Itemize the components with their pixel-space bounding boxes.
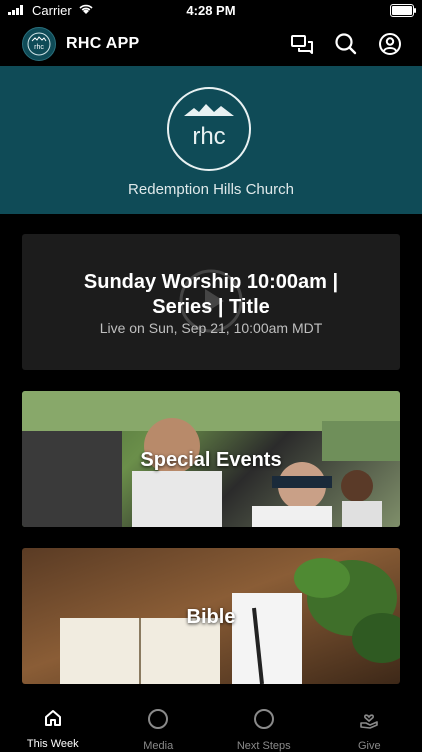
church-name: Redemption Hills Church [0, 181, 422, 198]
app-header: rhc RHC APP [0, 22, 422, 66]
home-icon [43, 708, 63, 733]
header-icons [288, 30, 404, 58]
church-logo-text: rhc [192, 123, 225, 150]
tab-next-steps[interactable]: Next Steps [211, 686, 317, 750]
app-title: RHC APP [66, 35, 140, 53]
app-logo[interactable]: rhc [22, 27, 56, 61]
tab-media[interactable]: Media [106, 686, 212, 750]
circle-icon [147, 708, 169, 735]
tab-media-label: Media [143, 740, 173, 752]
battery-icon [390, 4, 414, 17]
give-hand-icon [358, 708, 380, 735]
app-logo-text: rhc [34, 44, 44, 51]
circle-icon [253, 708, 275, 735]
bible-label: Bible [22, 606, 400, 629]
profile-icon[interactable] [376, 30, 404, 58]
tab-this-week-label: This Week [27, 738, 79, 750]
search-icon[interactable] [332, 30, 360, 58]
special-events-label: Special Events [22, 449, 400, 472]
tab-give-label: Give [358, 740, 381, 752]
tab-this-week[interactable]: This Week [0, 686, 106, 750]
live-title: Sunday Worship 10:00am | Series | Title [22, 270, 400, 320]
hero-banner: rhc Redemption Hills Church [0, 66, 422, 214]
live-subtitle: Live on Sun, Sep 21, 10:00am MDT [22, 320, 400, 336]
special-events-card[interactable]: Special Events [22, 391, 400, 527]
bible-card[interactable]: Bible [22, 548, 400, 684]
status-bar: Carrier 4:28 PM [0, 0, 422, 22]
live-worship-card[interactable]: Sunday Worship 10:00am | Series | Title … [22, 234, 400, 370]
tab-bar: This Week Media Next Steps Give [0, 686, 422, 750]
chat-icon[interactable] [288, 30, 316, 58]
tab-next-steps-label: Next Steps [237, 740, 291, 752]
status-time: 4:28 PM [0, 3, 422, 18]
church-logo: rhc [166, 86, 252, 172]
tab-give[interactable]: Give [317, 686, 422, 750]
